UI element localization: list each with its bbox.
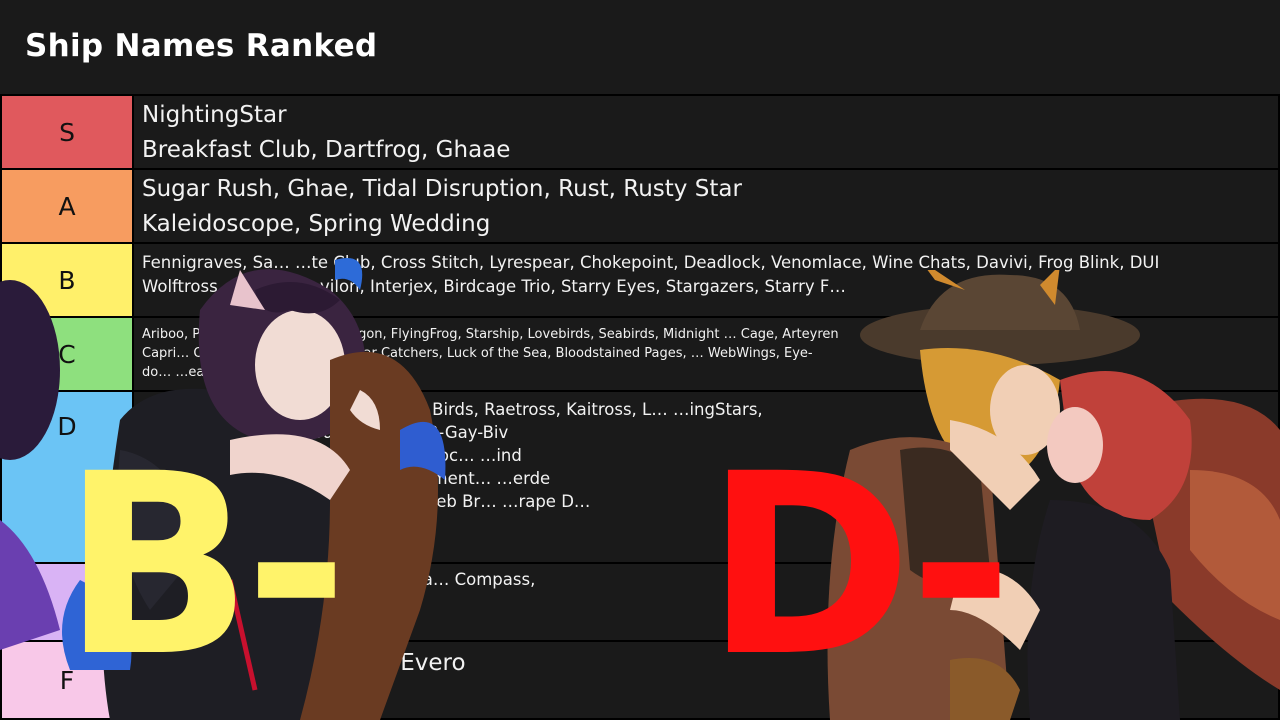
tier-items-s: NightingStar Breakfast Club, Dartfrog, G… [134, 96, 1278, 168]
left-grade-label: B- [62, 420, 348, 711]
page-title: Ship Names Ranked [25, 28, 378, 64]
tier-items-a: Sugar Rush, Ghae, Tidal Disruption, Rust… [134, 170, 1278, 242]
tier-row-s: S NightingStar Breakfast Club, Dartfrog,… [0, 94, 1280, 170]
tier-label-s: S [2, 96, 132, 168]
tier-item-line: Breakfast Club, Dartfrog, Ghaae [142, 137, 511, 163]
tier-item-line: Sugar Rush, Ghae, Tidal Disruption, Rust… [142, 176, 742, 202]
tier-item-line: NightingStar [142, 102, 287, 128]
tier-label-a: A [2, 170, 132, 242]
header: Ship Names Ranked [0, 0, 1280, 94]
right-grade-label: D- [705, 420, 1013, 711]
tier-item-line: Kaleidoscope, Spring Wedding [142, 211, 491, 237]
tier-row-a: A Sugar Rush, Ghae, Tidal Disruption, Ru… [0, 168, 1280, 244]
